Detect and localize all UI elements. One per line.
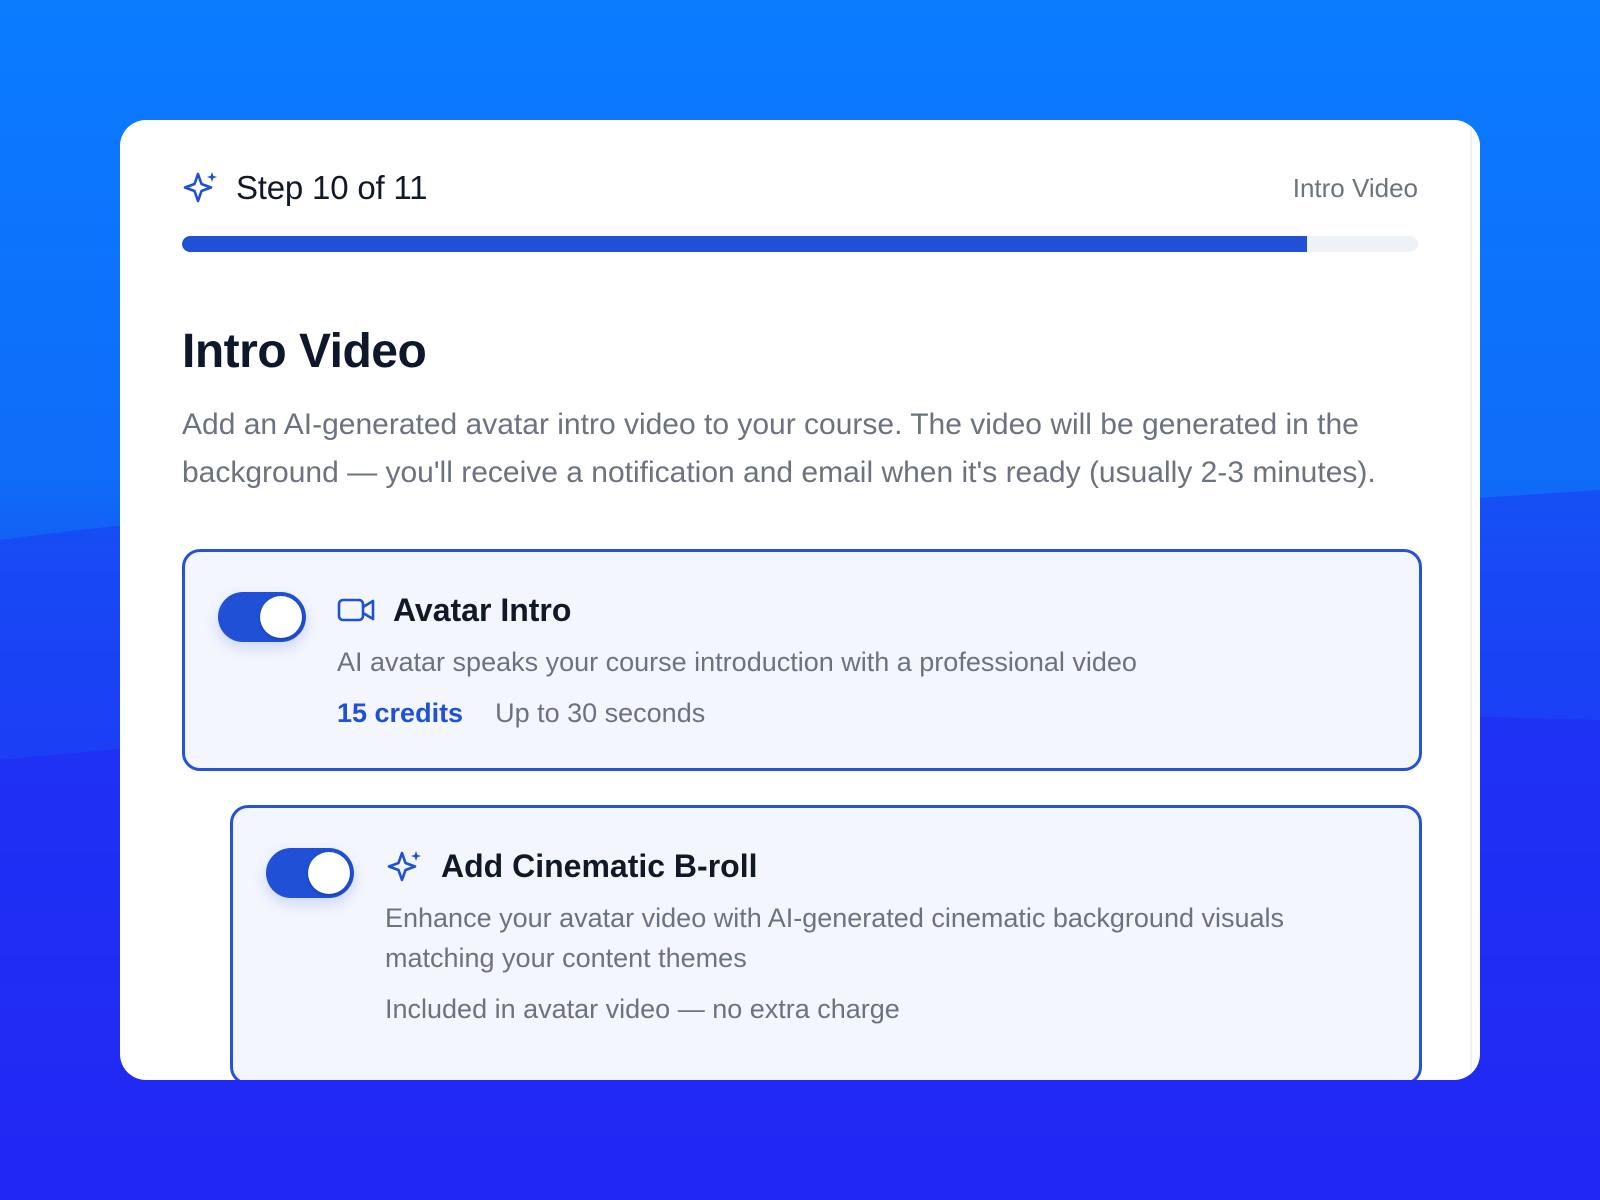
step-indicator: Step 10 of 11 (182, 169, 427, 207)
avatar-intro-body: Avatar Intro AI avatar speaks your cours… (337, 588, 1379, 729)
avatar-intro-option[interactable]: Avatar Intro AI avatar speaks your cours… (182, 549, 1422, 771)
cinematic-broll-meta: Included in avatar video — no extra char… (385, 994, 1379, 1025)
step-section-name: Intro Video (1292, 172, 1418, 203)
avatar-intro-toggle[interactable] (218, 592, 306, 642)
progress-bar (182, 236, 1418, 252)
cinematic-broll-header: Add Cinematic B-roll (385, 844, 1379, 888)
video-camera-icon (337, 592, 377, 628)
scroll-edge (1470, 120, 1472, 1080)
cinematic-broll-option[interactable]: Add Cinematic B-roll Enhance your avatar… (230, 805, 1422, 1080)
avatar-intro-description: AI avatar speaks your course introductio… (337, 647, 1137, 677)
progress-fill (182, 236, 1307, 252)
cinematic-broll-toggle[interactable] (266, 848, 354, 898)
page-description: Add an AI-generated avatar intro video t… (182, 408, 1376, 489)
credits-cost: 15 credits (337, 698, 464, 728)
duration-limit: Up to 30 seconds (495, 698, 706, 728)
toggle-knob (308, 852, 350, 894)
cinematic-broll-description: Enhance your avatar video with AI-genera… (385, 903, 1285, 973)
toggle-knob (260, 596, 302, 638)
pricing-note: Included in avatar video — no extra char… (385, 994, 900, 1024)
page-title: Intro Video (182, 325, 427, 378)
step-header: Step 10 of 11 Intro Video (182, 164, 1418, 212)
avatar-intro-header: Avatar Intro (337, 588, 1379, 632)
cinematic-broll-body: Add Cinematic B-roll Enhance your avatar… (385, 844, 1379, 1025)
avatar-intro-meta: 15 credits Up to 30 seconds (337, 698, 1379, 729)
cinematic-broll-title: Add Cinematic B-roll (441, 847, 758, 884)
avatar-intro-title: Avatar Intro (393, 591, 572, 628)
wizard-card: Step 10 of 11 Intro Video Intro Video Ad… (120, 120, 1480, 1080)
step-label: Step 10 of 11 (236, 169, 428, 206)
sparkles-icon (182, 169, 220, 207)
sparkles-icon (385, 848, 425, 884)
